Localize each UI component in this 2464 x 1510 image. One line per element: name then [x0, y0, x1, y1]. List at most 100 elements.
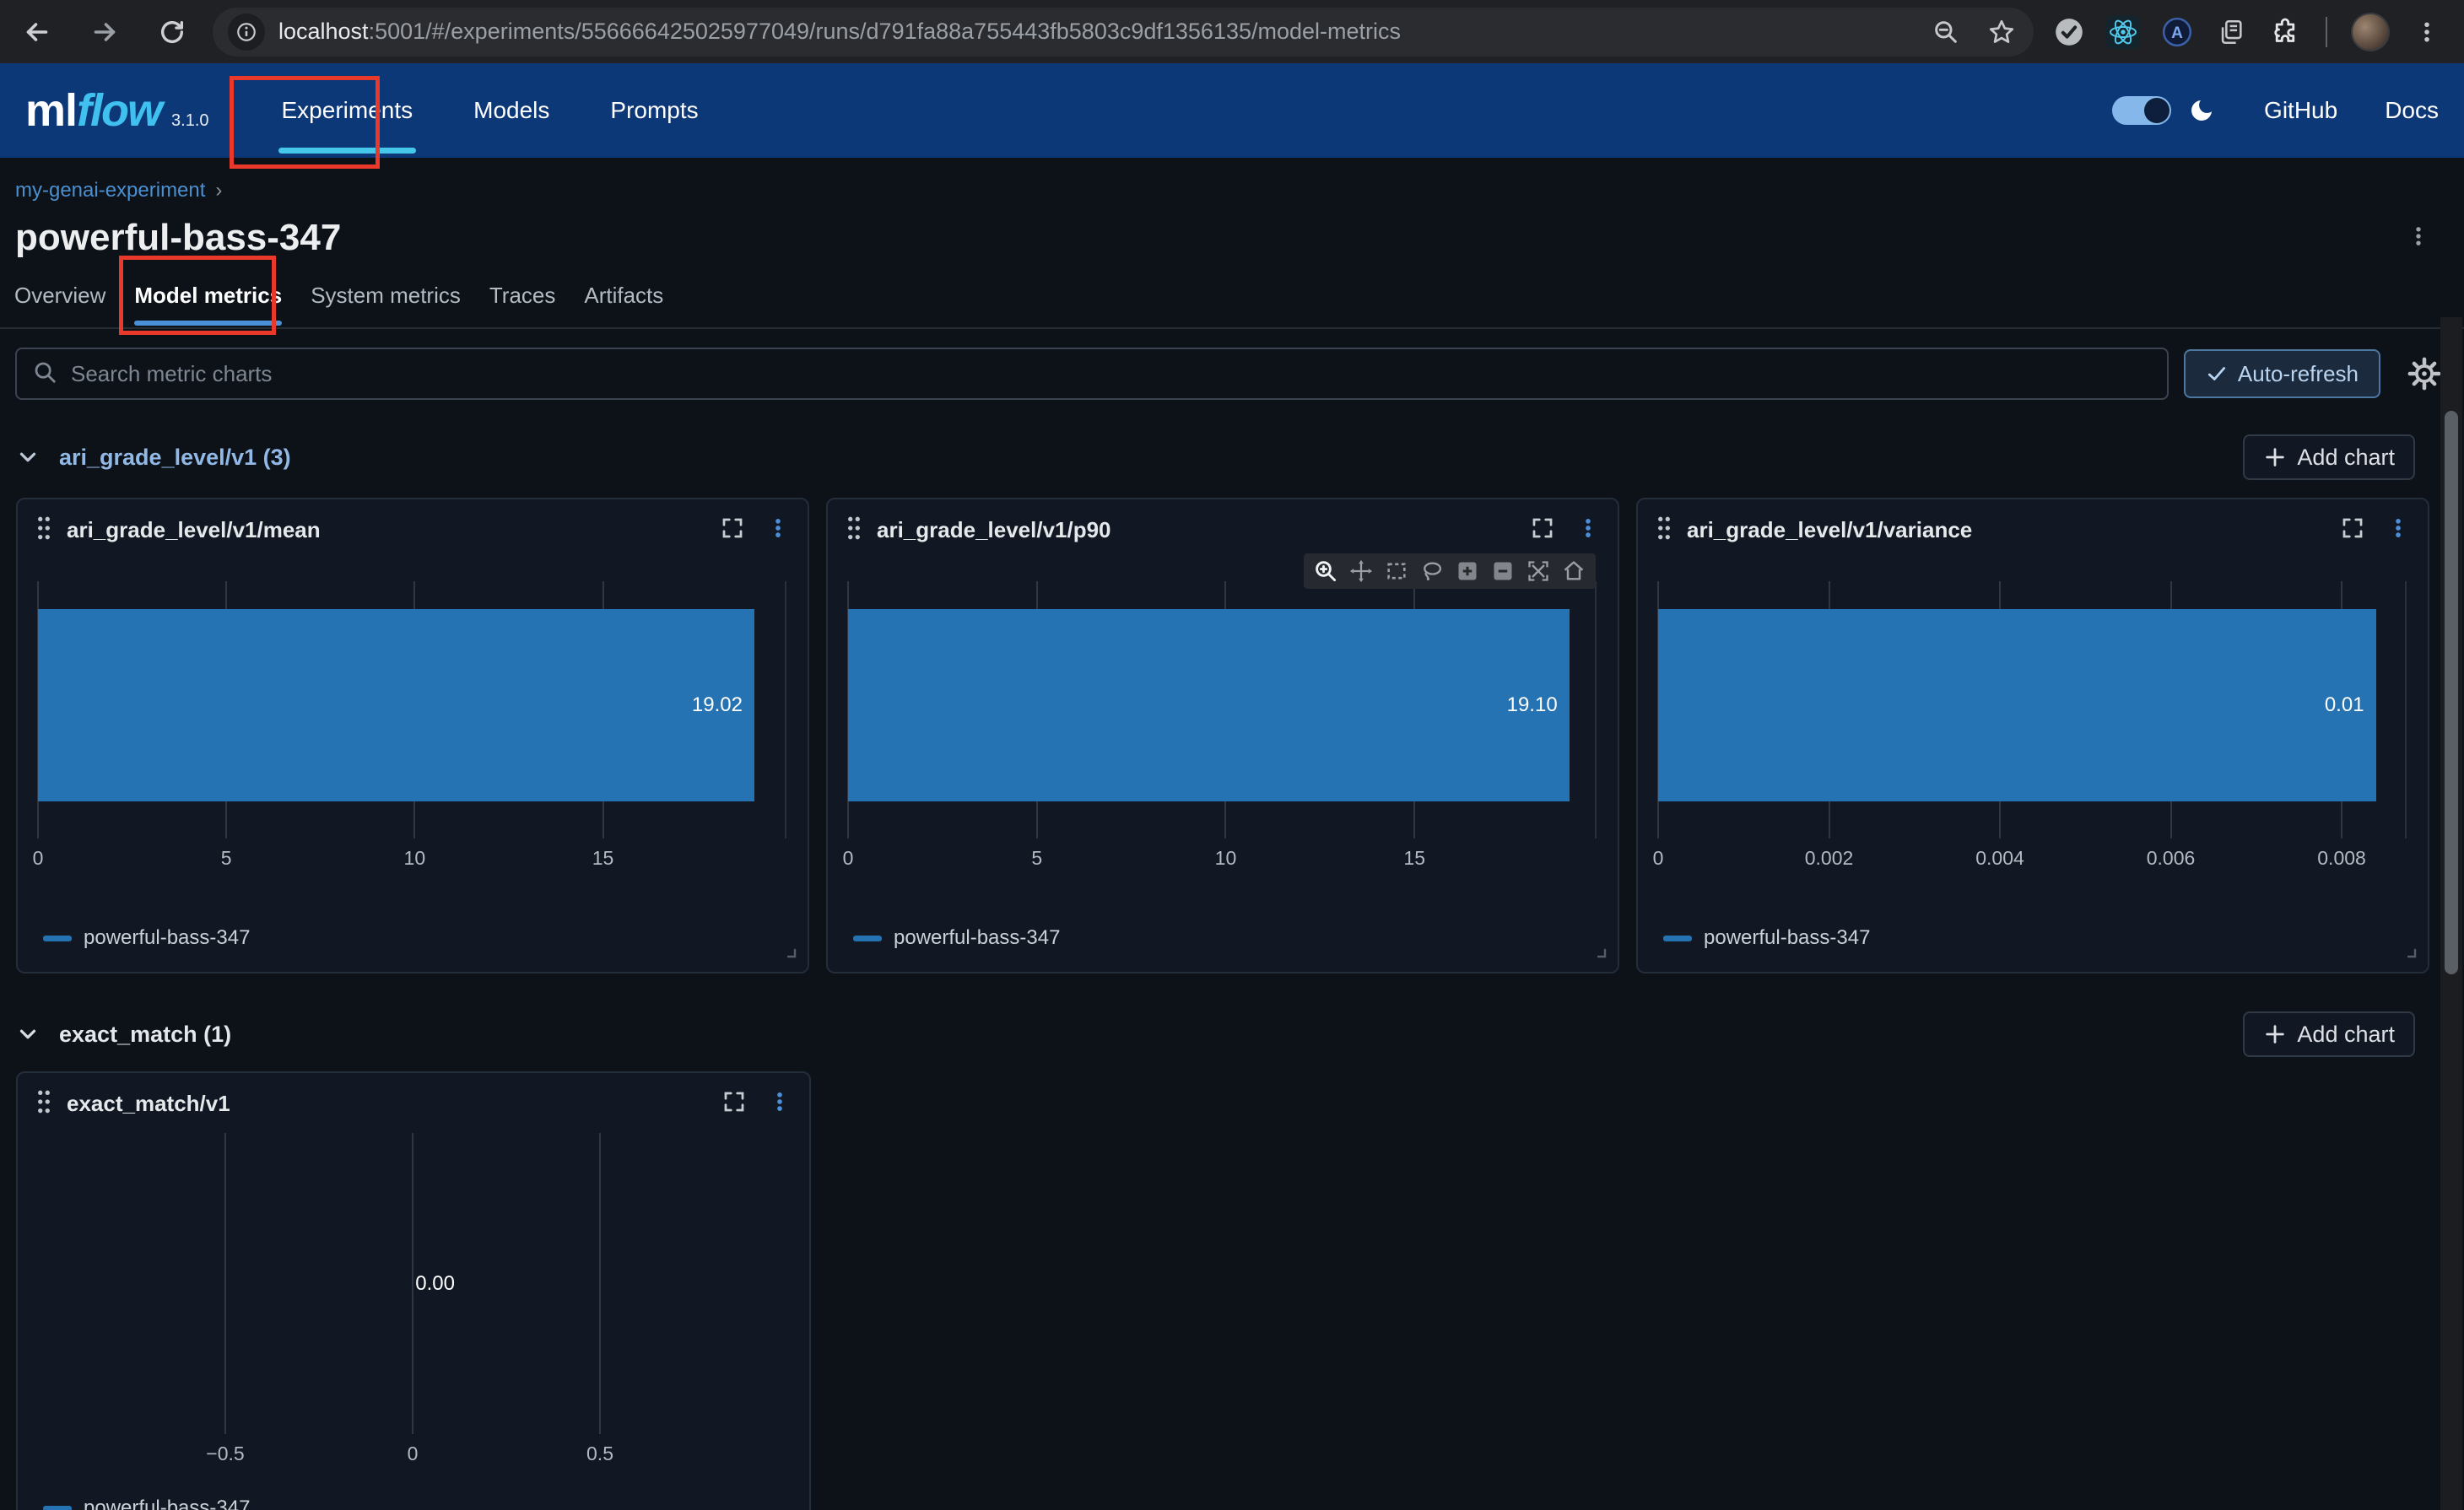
tab-artifacts[interactable]: Artifacts [584, 283, 663, 327]
logo-text-flow: flow [77, 84, 161, 137]
mlflow-logo[interactable]: mlflow 3.1.0 [25, 84, 209, 137]
extension-check-icon[interactable] [2052, 15, 2086, 49]
docs-link[interactable]: Docs [2385, 97, 2439, 124]
chart-legend[interactable]: powerful-bass-347 [853, 926, 1060, 950]
nav-prompts[interactable]: Prompts [610, 63, 698, 158]
extension-clipboard-icon[interactable] [2214, 15, 2248, 49]
resize-handle-icon[interactable] [781, 942, 797, 963]
chart-menu-icon[interactable] [769, 1089, 791, 1119]
scrollbar-thumb[interactable] [2445, 411, 2458, 974]
expand-chart-icon[interactable] [1530, 515, 1555, 545]
app-header: mlflow 3.1.0 Experiments Models Prompts Gi… [0, 63, 2464, 158]
extension-a-icon[interactable]: A [2160, 15, 2194, 49]
chart-menu-icon[interactable] [2387, 515, 2409, 545]
section-ari-grade-level[interactable]: ari_grade_level/v1 (3) [15, 445, 291, 471]
x-tick-label: 0.004 [1975, 847, 2024, 870]
plot-area[interactable]: 19.10 [848, 581, 1596, 839]
bar-value-label: 19.10 [1507, 693, 1558, 717]
search-metric-charts[interactable] [15, 348, 2169, 400]
tab-label: System metrics [311, 283, 461, 308]
drag-handle-icon[interactable] [845, 515, 863, 546]
chart-card-p90: ari_grade_level/v1/p9019.10051015powerfu… [826, 498, 1619, 973]
x-tick-label: 5 [221, 847, 232, 870]
extension-react-icon[interactable] [2106, 15, 2140, 49]
browser-menu-icon[interactable] [2410, 15, 2444, 49]
chevron-down-icon [15, 445, 41, 470]
tab-traces[interactable]: Traces [489, 283, 556, 327]
plot-area[interactable]: 19.02 [38, 581, 786, 839]
metric-bar[interactable]: 0.01 [1658, 609, 2376, 801]
reload-icon[interactable] [155, 15, 189, 49]
chart-menu-icon[interactable] [767, 515, 789, 545]
theme-toggle[interactable] [2112, 96, 2171, 125]
x-tick-label: 0.006 [2147, 847, 2196, 870]
resize-handle-icon[interactable] [1591, 942, 1608, 963]
chart-card-variance: ari_grade_level/v1/variance0.0100.0020.0… [1636, 498, 2429, 973]
add-chart-label: Add chart [2297, 445, 2395, 471]
x-tick-label: 0 [843, 847, 854, 870]
metric-bar[interactable]: 19.10 [848, 609, 1570, 801]
bar-value-label: 19.02 [692, 693, 743, 717]
chart-legend[interactable]: powerful-bass-347 [1663, 926, 1870, 950]
search-input[interactable] [69, 360, 2152, 388]
address-bar[interactable]: localhost:5001/#/experiments/55666642502… [213, 8, 2034, 57]
drag-handle-icon[interactable] [1655, 515, 1673, 546]
add-chart-button[interactable]: Add chart [2243, 434, 2415, 480]
drag-handle-icon[interactable] [35, 515, 53, 546]
pan-tool-icon[interactable] [1348, 558, 1375, 585]
add-chart-label: Add chart [2297, 1022, 2395, 1048]
section-title: exact_match (1) [59, 1022, 231, 1048]
expand-chart-icon[interactable] [721, 1089, 747, 1119]
breadcrumb-experiment-link[interactable]: my-genai-experiment [15, 179, 205, 202]
zoom-in-icon[interactable] [1454, 558, 1481, 585]
x-tick-label: 0.5 [586, 1443, 613, 1465]
forward-icon[interactable] [88, 15, 122, 49]
tab-overview[interactable]: Overview [14, 283, 105, 327]
chart-menu-icon[interactable] [1577, 515, 1599, 545]
tab-system-metrics[interactable]: System metrics [311, 283, 461, 327]
plot-area[interactable]: 0.01 [1658, 581, 2406, 839]
chevron-down-icon [15, 1022, 41, 1047]
x-tick-label: 0 [408, 1443, 419, 1465]
drag-handle-icon[interactable] [35, 1088, 53, 1119]
page-title: powerful-bass-347 [15, 217, 341, 259]
x-tick-label: 10 [404, 847, 426, 870]
chart-legend[interactable]: powerful-bass-347 [43, 926, 250, 950]
tab-label: Overview [14, 283, 105, 308]
tab-label: Traces [489, 283, 556, 308]
scrollbar-track[interactable] [2440, 317, 2462, 1510]
chart-card-exact-match: exact_match/v10.00−0.500.5powerful-bass-… [16, 1071, 811, 1510]
site-info-icon[interactable] [228, 13, 265, 51]
chart-card-actions [2340, 515, 2409, 545]
run-actions-menu-icon[interactable] [2407, 224, 2430, 252]
github-link[interactable]: GitHub [2264, 97, 2337, 124]
box-select-icon[interactable] [1383, 558, 1410, 585]
bookmark-star-icon[interactable] [1985, 15, 2018, 49]
lasso-select-icon[interactable] [1418, 558, 1445, 585]
search-icon [32, 359, 57, 389]
nav-models[interactable]: Models [473, 63, 549, 158]
zoom-tool-icon[interactable] [1312, 558, 1339, 585]
auto-refresh-button[interactable]: Auto-refresh [2184, 349, 2380, 398]
metric-bar[interactable]: 19.02 [38, 609, 754, 801]
nav-experiments[interactable]: Experiments [282, 63, 413, 158]
extensions-puzzle-icon[interactable] [2268, 15, 2302, 49]
toolbar-separator [2326, 17, 2327, 47]
profile-avatar[interactable] [2351, 13, 2390, 51]
expand-chart-icon[interactable] [720, 515, 745, 545]
section-exact-match[interactable]: exact_match (1) [15, 1022, 231, 1048]
zoom-out-page-icon[interactable] [1929, 15, 1963, 49]
reset-axes-home-icon[interactable] [1560, 558, 1587, 585]
check-icon [2206, 363, 2228, 385]
plot-area[interactable]: 0.00 [38, 1133, 787, 1434]
add-chart-button[interactable]: Add chart [2243, 1011, 2415, 1057]
resize-handle-icon[interactable] [2401, 942, 2418, 963]
x-tick-label: 5 [1031, 847, 1042, 870]
chart-legend[interactable]: powerful-bass-347 [43, 1497, 250, 1510]
expand-chart-icon[interactable] [2340, 515, 2365, 545]
autoscale-icon[interactable] [1525, 558, 1552, 585]
nav-label: Prompts [610, 97, 698, 124]
zoom-out-icon[interactable] [1489, 558, 1516, 585]
tab-model-metrics[interactable]: Model metrics [134, 283, 282, 327]
back-icon[interactable] [20, 15, 54, 49]
